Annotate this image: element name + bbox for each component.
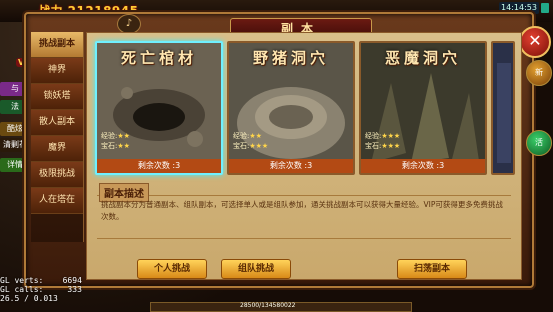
right-hud-button-activity[interactable]: 活 [526, 130, 552, 156]
tab-divine-realm[interactable]: 神界 [31, 58, 83, 84]
exp-stars: ★★★ [381, 132, 401, 140]
treasure-stars: ★★★ [381, 142, 401, 150]
debug-overlay: GL verts: 6694 GL calls: 333 26.5 / 0.013 [0, 276, 82, 303]
exp-text: 28500/134580022 [240, 302, 296, 309]
tab-tower[interactable]: 人在塔在 [31, 188, 83, 214]
exp-stars: ★★ [117, 132, 130, 140]
dungeon-card-boar-cave[interactable]: 野猪洞穴 经验:★★ 宝石:★★★ 剩余次数 :3 [227, 41, 355, 175]
speaker-icon[interactable]: ♪ [117, 14, 141, 34]
exp-label: 经验: [365, 132, 382, 140]
tab-challenge[interactable]: 挑战副本 [31, 32, 83, 58]
dungeon-card-next[interactable] [491, 41, 515, 175]
remaining-attempts: 剩余次数 :3 [97, 159, 221, 173]
description-text: 挑战副本分为普通副本、组队副本，可选择单人或是组队参加，通关挑战副本可以获得大量… [101, 200, 503, 221]
tab-demon-tower[interactable]: 锁妖塔 [31, 84, 83, 110]
exp-label: 经验: [233, 132, 250, 140]
treasure-stars: ★★★ [249, 142, 269, 150]
category-tabs: 挑战副本 神界 锁妖塔 散人副本 魔界 极限挑战 人在塔在 [31, 32, 84, 242]
remaining-attempts: 剩余次数 :3 [229, 159, 353, 173]
next-scene-image [493, 43, 513, 173]
exp-label: 经验: [101, 132, 118, 140]
dungeon-card-coffin[interactable]: 死亡棺材 经验:★★ 宝石:★★ 剩余次数 :3 [95, 41, 223, 175]
dungeon-card-demon-cave[interactable]: 恶魔洞穴 经验:★★★ 宝石:★★★ 剩余次数 :3 [359, 41, 487, 175]
sweep-dungeon-button[interactable]: 扫荡副本 [397, 259, 467, 279]
content-panel: 死亡棺材 经验:★★ 宝石:★★ 剩余次数 :3 野猪洞穴 经验:★★ 宝石:★… [86, 32, 522, 280]
treasure-label: 宝石: [101, 142, 118, 150]
team-challenge-button[interactable]: 组队挑战 [221, 259, 291, 279]
dungeon-name: 恶魔洞穴 [384, 49, 461, 67]
close-button[interactable]: ✕ [519, 26, 551, 58]
dungeon-stats: 经验:★★ 宝石:★★★ [233, 131, 268, 151]
debug-fps: 26.5 / 0.013 [0, 294, 58, 303]
treasure-label: 宝石: [365, 142, 382, 150]
tab-extreme[interactable]: 极限挑战 [31, 162, 83, 188]
dungeon-name: 野猪洞穴 [252, 49, 329, 67]
solo-challenge-button[interactable]: 个人挑战 [137, 259, 207, 279]
signal-icon [541, 3, 549, 13]
exp-stars: ★★ [249, 132, 262, 140]
tab-solo-dungeon[interactable]: 散人副本 [31, 110, 83, 136]
right-hud: 新 活 [524, 60, 552, 260]
dungeon-stats: 经验:★★★ 宝石:★★★ [365, 131, 400, 151]
debug-verts: GL verts: 6694 [0, 276, 82, 285]
treasure-label: 宝石: [233, 142, 250, 150]
debug-calls: GL calls: 333 [0, 285, 82, 294]
remaining-attempts: 剩余次数 :3 [361, 159, 485, 173]
dungeon-name: 死亡棺材 [120, 49, 197, 67]
tab-demon-realm[interactable]: 魔界 [31, 136, 83, 162]
right-hud-button-new[interactable]: 新 [526, 60, 552, 86]
dungeon-stats: 经验:★★ 宝石:★★ [101, 131, 130, 151]
treasure-stars: ★★ [117, 142, 130, 150]
